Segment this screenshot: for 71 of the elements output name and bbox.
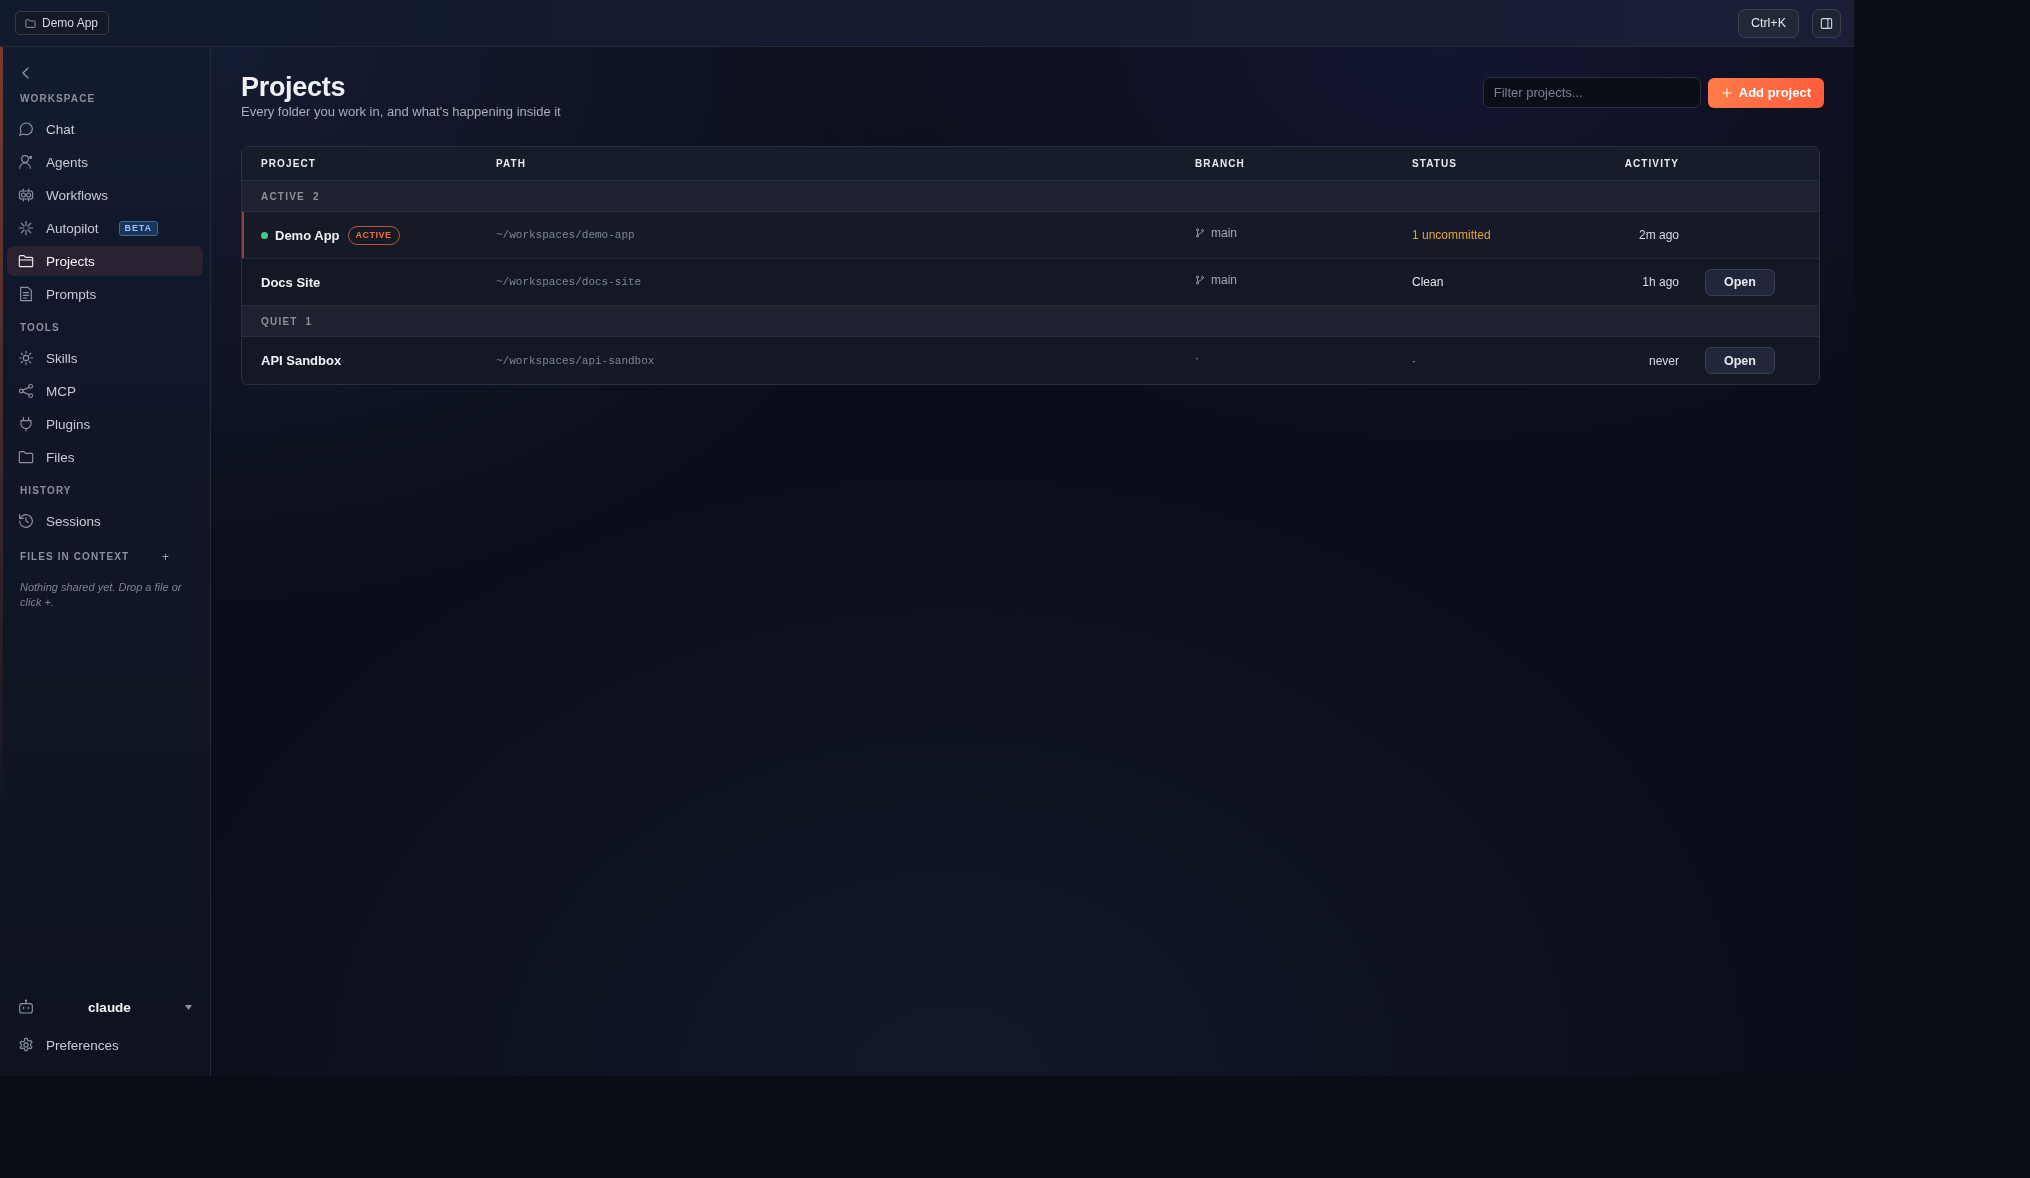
activity-time: never <box>1648 353 1679 368</box>
column-header: ACTIVITY <box>1624 158 1679 169</box>
history-icon <box>18 513 34 529</box>
project-chip[interactable]: Demo App <box>15 11 110 35</box>
filter-field[interactable]: Filter projects... <box>1482 77 1701 108</box>
empty-note: Nothing shared yet. Drop a file or click +. <box>19 580 183 610</box>
settings-icon <box>18 1037 34 1053</box>
branch-name: · <box>1195 351 1199 365</box>
page-title: Projects <box>241 71 347 103</box>
twin-rings-icon <box>18 187 34 203</box>
group-count: 1 <box>305 315 313 327</box>
sidebar-item[interactable]: Files <box>7 442 203 472</box>
page-subtitle: Every folder you work in, and what's happening inside it <box>241 104 561 120</box>
project-name: Docs Site <box>261 274 321 290</box>
open-button[interactable]: Open <box>1705 347 1775 374</box>
plug-icon <box>18 416 34 432</box>
sidebar-item[interactable]: Projects <box>7 246 203 276</box>
project-name: API Sandbox <box>261 353 342 368</box>
sidebar-item[interactable]: Plugins <box>7 409 203 439</box>
command-shortcut-button[interactable]: Ctrl+K <box>1737 8 1799 38</box>
sidebar-item[interactable]: Prompts <box>7 279 203 309</box>
sidebar-item[interactable]: Workflows <box>7 180 203 210</box>
document-icon <box>18 286 34 302</box>
status-text: Clean <box>1412 275 1444 289</box>
plus-icon <box>1721 87 1732 98</box>
status-text: · <box>1412 353 1416 368</box>
section-title: FILES IN CONTEXT <box>20 551 130 563</box>
column-header: PROJECT <box>261 158 316 169</box>
open-button[interactable]: Open <box>1705 268 1775 296</box>
sidebar-item[interactable]: Sessions <box>7 506 203 536</box>
robot-icon <box>18 999 34 1015</box>
speech-bubble-icon <box>18 121 34 137</box>
sidebar-item[interactable]: Autopilot BETA <box>7 213 203 243</box>
section-title: WORKSPACE <box>19 93 96 105</box>
activity-time: 2m ago <box>1638 228 1679 242</box>
add-file-button[interactable]: + <box>160 551 171 563</box>
group-label: ACTIVE <box>261 190 305 202</box>
project-path: ~/workspaces/docs-site <box>496 276 642 288</box>
activity-time: 1h ago <box>1642 275 1679 289</box>
table-row[interactable]: Demo App ACTIVE ~/workspaces/demo-app main 1 uncommitted 2m ago <box>242 212 1819 259</box>
beta-badge: BETA <box>118 220 158 236</box>
sidebar-panel-icon <box>1820 16 1833 30</box>
group-count: 2 <box>312 190 320 202</box>
panel-toggle-button[interactable] <box>1812 8 1841 38</box>
preferences-item[interactable]: Preferences <box>7 1030 203 1060</box>
agent-selector[interactable]: claude <box>7 992 203 1022</box>
sidebar-item[interactable]: MCP <box>7 376 203 406</box>
column-header: BRANCH <box>1195 158 1245 169</box>
project-name: Demo App <box>275 227 340 243</box>
sidebar-item[interactable]: Chat <box>7 114 203 144</box>
column-header: PATH <box>496 158 527 169</box>
folder-icon <box>18 253 34 269</box>
branch-name: main <box>1211 225 1237 240</box>
project-path: ~/workspaces/api-sandbox <box>496 354 655 367</box>
sidebar-item[interactable]: Skills <box>7 343 203 373</box>
share-nodes-icon <box>18 383 34 399</box>
section-title: TOOLS <box>19 322 60 334</box>
sparkle-icon <box>18 220 34 236</box>
project-path: ~/workspaces/demo-app <box>496 229 635 241</box>
group-label: QUIET <box>261 315 298 327</box>
status-dot-icon <box>261 231 268 239</box>
branch-name: main <box>1211 272 1237 287</box>
column-header: STATUS <box>1412 158 1458 169</box>
caret-icon <box>185 1004 192 1010</box>
status-text: 1 uncommitted <box>1412 228 1491 242</box>
folder-icon <box>25 17 36 29</box>
folder-icon <box>18 449 34 465</box>
person-icon <box>18 154 34 170</box>
sun-icon <box>18 350 34 366</box>
section-title: HISTORY <box>19 485 72 497</box>
sidebar-item[interactable]: Agents <box>7 147 203 177</box>
